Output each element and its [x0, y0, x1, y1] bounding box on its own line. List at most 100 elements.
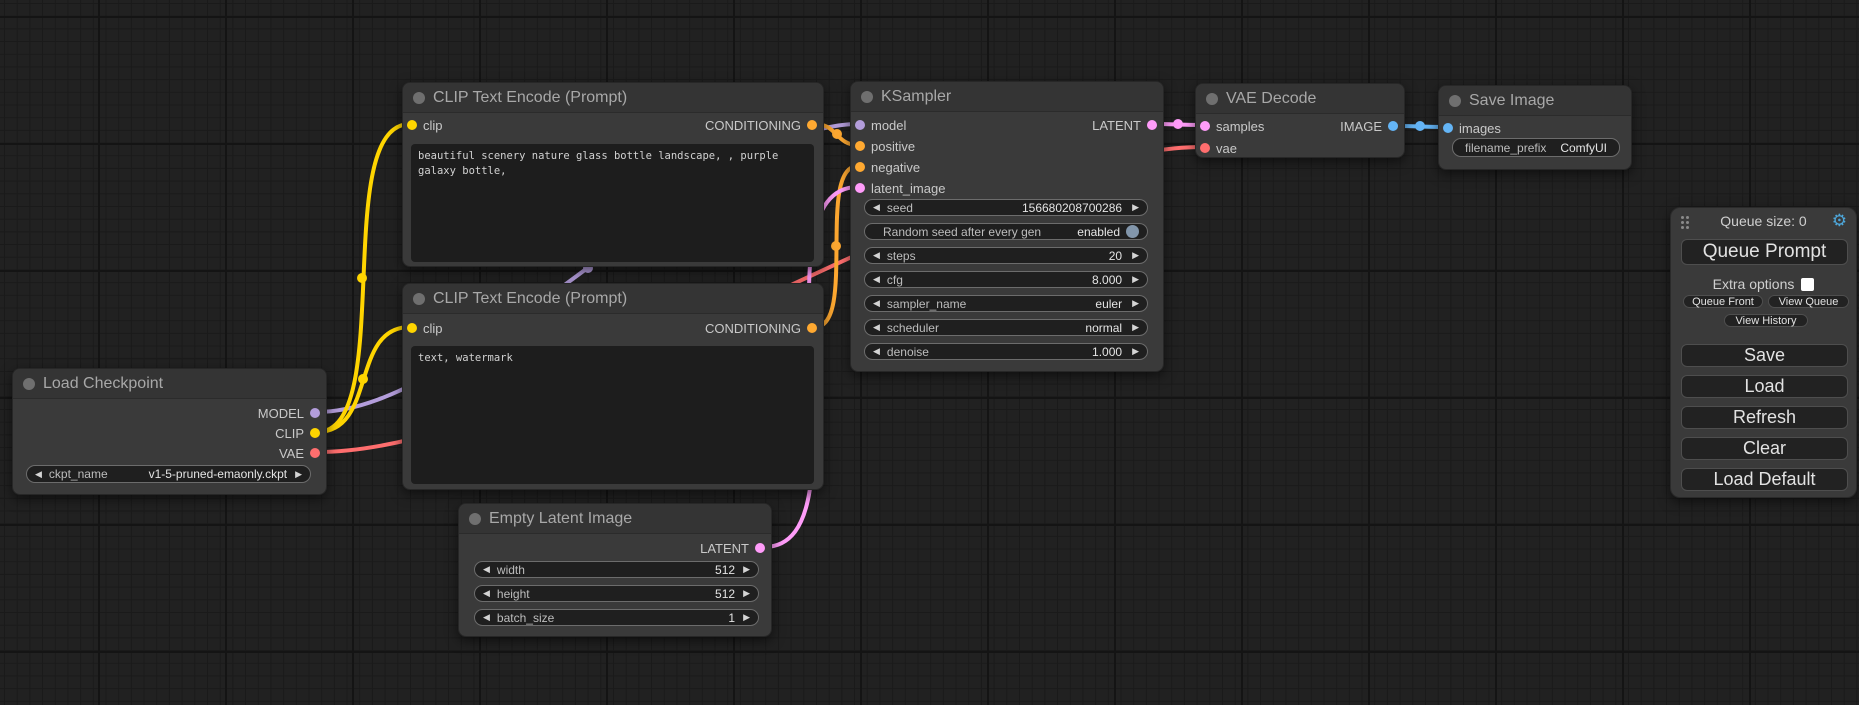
- negative-prompt-textarea[interactable]: text, watermark: [411, 346, 814, 484]
- next-value-icon[interactable]: ▶: [1132, 203, 1139, 212]
- node-title-bar[interactable]: Save Image: [1439, 86, 1631, 116]
- latent-port-dot[interactable]: [1147, 120, 1157, 130]
- output-clip[interactable]: CLIP: [13, 423, 326, 443]
- output-latent[interactable]: LATENT: [651, 538, 771, 558]
- output-vae[interactable]: VAE: [13, 443, 326, 463]
- prev-value-icon[interactable]: ◀: [483, 589, 490, 598]
- node-vae-decode[interactable]: VAE Decode samples vae IMAGE: [1195, 83, 1405, 158]
- conditioning-port-dot[interactable]: [807, 323, 817, 333]
- node-graph-canvas[interactable]: Load Checkpoint MODEL CLIP VAE ◀ ckpt_na…: [0, 0, 1859, 705]
- random-seed-toggle-widget[interactable]: Random seed after every gen enabled: [864, 223, 1148, 240]
- next-value-icon[interactable]: ▶: [1132, 323, 1139, 332]
- scheduler-widget[interactable]: ◀ scheduler normal ▶: [864, 319, 1148, 336]
- next-value-icon[interactable]: ▶: [743, 589, 750, 598]
- node-title-bar[interactable]: Empty Latent Image: [459, 504, 771, 534]
- node-ksampler[interactable]: KSampler model positive negative latent_…: [850, 81, 1164, 372]
- conditioning-port-dot[interactable]: [855, 162, 865, 172]
- next-value-icon[interactable]: ▶: [1132, 275, 1139, 284]
- input-clip[interactable]: clip: [403, 115, 523, 135]
- steps-widget[interactable]: ◀ steps 20 ▶: [864, 247, 1148, 264]
- cfg-widget[interactable]: ◀ cfg 8.000 ▶: [864, 271, 1148, 288]
- latent-port-dot[interactable]: [755, 543, 765, 553]
- seed-widget[interactable]: ◀ seed 156680208700286 ▶: [864, 199, 1148, 216]
- prev-value-icon[interactable]: ◀: [873, 203, 880, 212]
- next-value-icon[interactable]: ▶: [743, 565, 750, 574]
- height-widget[interactable]: ◀ height 512 ▶: [474, 585, 759, 602]
- node-clip-text-encode-negative[interactable]: CLIP Text Encode (Prompt) clip CONDITION…: [402, 283, 824, 490]
- input-samples[interactable]: samples: [1196, 116, 1306, 136]
- node-save-image[interactable]: Save Image images filename_prefix ComfyU…: [1438, 85, 1632, 170]
- input-model[interactable]: model: [851, 115, 991, 135]
- load-button[interactable]: Load: [1681, 375, 1848, 398]
- collapse-dot-icon[interactable]: [861, 91, 873, 103]
- toggle-dot-icon[interactable]: [1126, 225, 1139, 238]
- load-default-button[interactable]: Load Default: [1681, 468, 1848, 491]
- queue-panel[interactable]: Queue size: 0 ⚙ Queue Prompt Extra optio…: [1670, 207, 1857, 498]
- output-conditioning[interactable]: CONDITIONING: [623, 115, 823, 135]
- prev-value-icon[interactable]: ◀: [873, 323, 880, 332]
- node-load-checkpoint[interactable]: Load Checkpoint MODEL CLIP VAE ◀ ckpt_na…: [12, 368, 327, 495]
- output-latent[interactable]: LATENT: [1043, 115, 1163, 135]
- latent-port-dot[interactable]: [1200, 121, 1210, 131]
- node-title-bar[interactable]: VAE Decode: [1196, 84, 1404, 114]
- node-title-bar[interactable]: CLIP Text Encode (Prompt): [403, 284, 823, 314]
- prev-value-icon[interactable]: ◀: [35, 470, 42, 479]
- prev-value-icon[interactable]: ◀: [873, 251, 880, 260]
- input-latent-image[interactable]: latent_image: [851, 178, 991, 198]
- prev-value-icon[interactable]: ◀: [483, 565, 490, 574]
- settings-gear-icon[interactable]: ⚙: [1832, 211, 1847, 231]
- collapse-dot-icon[interactable]: [1449, 95, 1461, 107]
- collapse-dot-icon[interactable]: [413, 293, 425, 305]
- clip-port-dot[interactable]: [407, 120, 417, 130]
- node-empty-latent-image[interactable]: Empty Latent Image LATENT ◀ width 512 ▶ …: [458, 503, 772, 637]
- vae-port-dot[interactable]: [1200, 143, 1210, 153]
- image-port-dot[interactable]: [1388, 121, 1398, 131]
- next-value-icon[interactable]: ▶: [1132, 251, 1139, 260]
- node-title-bar[interactable]: CLIP Text Encode (Prompt): [403, 83, 823, 113]
- model-port-dot[interactable]: [310, 408, 320, 418]
- model-port-dot[interactable]: [855, 120, 865, 130]
- prev-value-icon[interactable]: ◀: [483, 613, 490, 622]
- filename-prefix-widget[interactable]: filename_prefix ComfyUI: [1452, 138, 1620, 157]
- queue-front-button[interactable]: Queue Front: [1683, 295, 1763, 308]
- input-images[interactable]: images: [1439, 118, 1549, 138]
- view-history-button[interactable]: View History: [1724, 314, 1808, 327]
- collapse-dot-icon[interactable]: [469, 513, 481, 525]
- output-image[interactable]: IMAGE: [1314, 116, 1404, 136]
- positive-prompt-textarea[interactable]: beautiful scenery nature glass bottle la…: [411, 144, 814, 262]
- width-widget[interactable]: ◀ width 512 ▶: [474, 561, 759, 578]
- next-value-icon[interactable]: ▶: [743, 613, 750, 622]
- clip-port-dot[interactable]: [407, 323, 417, 333]
- next-value-icon[interactable]: ▶: [295, 470, 302, 479]
- next-value-icon[interactable]: ▶: [1132, 347, 1139, 356]
- input-vae[interactable]: vae: [1196, 138, 1306, 158]
- conditioning-port-dot[interactable]: [855, 141, 865, 151]
- image-port-dot[interactable]: [1443, 123, 1453, 133]
- output-conditioning[interactable]: CONDITIONING: [623, 318, 823, 338]
- conditioning-port-dot[interactable]: [807, 120, 817, 130]
- view-queue-button[interactable]: View Queue: [1768, 295, 1849, 308]
- batch-size-widget[interactable]: ◀ batch_size 1 ▶: [474, 609, 759, 626]
- output-model[interactable]: MODEL: [13, 403, 326, 423]
- prev-value-icon[interactable]: ◀: [873, 347, 880, 356]
- sampler-name-widget[interactable]: ◀ sampler_name euler ▶: [864, 295, 1148, 312]
- extra-options-checkbox[interactable]: [1801, 278, 1814, 291]
- vae-port-dot[interactable]: [310, 448, 320, 458]
- collapse-dot-icon[interactable]: [1206, 93, 1218, 105]
- latent-port-dot[interactable]: [855, 183, 865, 193]
- clip-port-dot[interactable]: [310, 428, 320, 438]
- collapse-dot-icon[interactable]: [23, 378, 35, 390]
- node-title-bar[interactable]: KSampler: [851, 82, 1163, 112]
- input-clip[interactable]: clip: [403, 318, 523, 338]
- input-negative[interactable]: negative: [851, 157, 991, 177]
- clear-button[interactable]: Clear: [1681, 437, 1848, 460]
- node-title-bar[interactable]: Load Checkpoint: [13, 369, 326, 399]
- refresh-button[interactable]: Refresh: [1681, 406, 1848, 429]
- prev-value-icon[interactable]: ◀: [873, 299, 880, 308]
- queue-prompt-button[interactable]: Queue Prompt: [1681, 239, 1848, 265]
- node-clip-text-encode-positive[interactable]: CLIP Text Encode (Prompt) clip CONDITION…: [402, 82, 824, 267]
- denoise-widget[interactable]: ◀ denoise 1.000 ▶: [864, 343, 1148, 360]
- ckpt-name-widget[interactable]: ◀ ckpt_name v1-5-pruned-emaonly.ckpt ▶: [26, 465, 311, 483]
- prev-value-icon[interactable]: ◀: [873, 275, 880, 284]
- input-positive[interactable]: positive: [851, 136, 991, 156]
